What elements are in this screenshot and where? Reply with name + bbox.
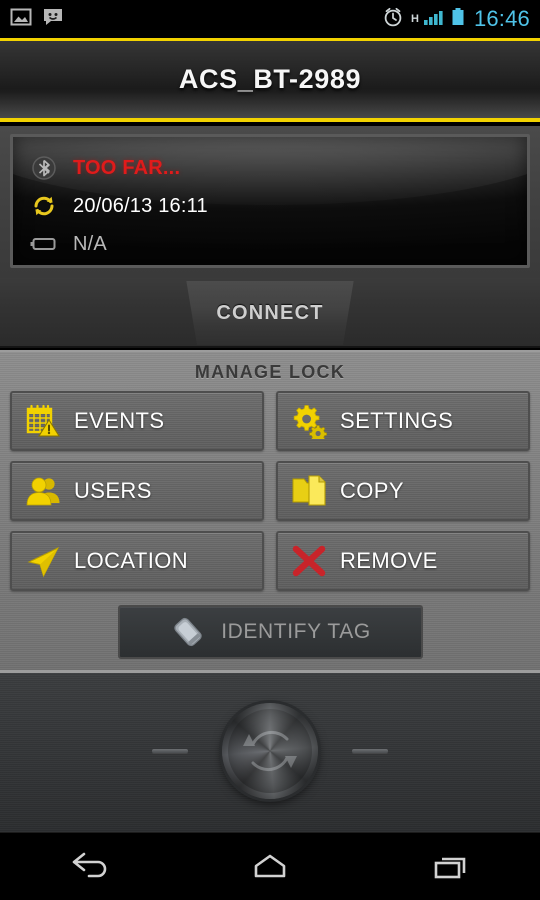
users-button[interactable]: USERS: [10, 461, 264, 521]
manage-lock-panel: MANAGE LOCK EVENTS SETTINGS USERS COPY L…: [0, 350, 540, 670]
status-bar-system-icons: H 16:46: [382, 6, 530, 33]
status-bar-notification-icons: [10, 6, 64, 33]
bluetooth-status-text: TOO FAR...: [73, 156, 181, 179]
app-title-bar: ACS_BT-2989: [0, 38, 540, 122]
knob-row: [0, 673, 540, 828]
manage-lock-button-grid: EVENTS SETTINGS USERS COPY LOCATION REMO…: [0, 391, 540, 591]
rotary-knob-area: [0, 670, 540, 832]
system-status-bar: H 16:46: [0, 0, 540, 38]
settings-button-label: SETTINGS: [340, 408, 454, 433]
remove-button[interactable]: REMOVE: [276, 531, 530, 591]
connect-band: CONNECT: [0, 278, 540, 348]
tag-cylinder-icon: [169, 613, 207, 651]
events-button-label: EVENTS: [74, 408, 165, 433]
identify-tag-label: IDENTIFY TAG: [221, 620, 371, 643]
events-button[interactable]: EVENTS: [10, 391, 264, 451]
identify-tag-container: IDENTIFY TAG: [0, 605, 540, 659]
messaging-icon: [42, 6, 64, 33]
device-status-panel-container: TOO FAR... 20/06/13 16:11 N/A: [0, 126, 540, 278]
identify-tag-button[interactable]: IDENTIFY TAG: [117, 605, 423, 659]
network-type-label: H: [410, 12, 419, 25]
remove-button-label: REMOVE: [340, 548, 438, 573]
users-icon: [24, 472, 62, 510]
users-button-label: USERS: [74, 478, 152, 503]
knob-left-dash: [152, 748, 188, 753]
device-status-panel: TOO FAR... 20/06/13 16:11 N/A: [10, 134, 530, 268]
system-navigation-bar: [0, 832, 540, 900]
calendar-warning-icon: [24, 402, 62, 440]
nav-back-button[interactable]: [30, 833, 150, 900]
page-title: ACS_BT-2989: [178, 64, 362, 94]
red-x-icon: [290, 542, 328, 580]
connect-button-label: CONNECT: [216, 301, 324, 324]
status-bar-clock: 16:46: [473, 6, 530, 31]
signal-bars-icon: [422, 6, 444, 33]
battery-status-text: N/A: [73, 232, 107, 255]
copy-button-label: COPY: [340, 478, 404, 503]
gears-icon: [290, 402, 328, 440]
gallery-icon: [10, 6, 32, 33]
navigation-arrow-icon: [24, 542, 62, 580]
battery-icon: [29, 235, 59, 253]
location-button-label: LOCATION: [74, 548, 189, 573]
rotate-arrows-icon: [222, 703, 318, 799]
app-screen: H 16:46 ACS_BT-2989 TOO FAR... 20/06/13 …: [0, 0, 540, 900]
connect-button[interactable]: CONNECT: [186, 281, 354, 345]
settings-button[interactable]: SETTINGS: [276, 391, 530, 451]
bluetooth-status-row: TOO FAR...: [29, 149, 527, 187]
location-button[interactable]: LOCATION: [10, 531, 264, 591]
knob-right-dash: [352, 748, 388, 753]
last-sync-row: 20/06/13 16:11: [29, 187, 527, 225]
sync-icon: [29, 192, 59, 220]
last-sync-text: 20/06/13 16:11: [73, 194, 208, 217]
alarm-clock-icon: [382, 6, 404, 33]
battery-icon: [451, 6, 465, 33]
nav-recents-button[interactable]: [390, 833, 510, 900]
bluetooth-icon: [29, 155, 59, 181]
nav-home-button[interactable]: [210, 833, 330, 900]
copy-documents-icon: [290, 472, 328, 510]
copy-button[interactable]: COPY: [276, 461, 530, 521]
manage-lock-title: MANAGE LOCK: [194, 362, 346, 382]
rotary-knob[interactable]: [222, 702, 318, 799]
battery-status-row: N/A: [29, 225, 527, 263]
